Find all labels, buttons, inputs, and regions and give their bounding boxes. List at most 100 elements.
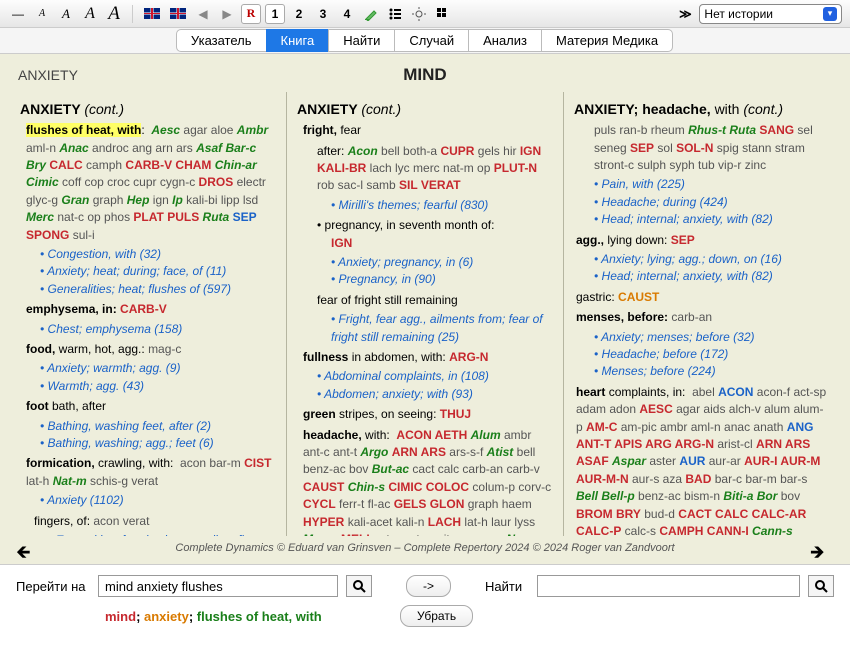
xref[interactable]: Abdomen; anxiety; with (93) — [317, 386, 553, 403]
tab-book[interactable]: Книга — [266, 29, 330, 52]
xref[interactable]: Anxiety (1102) — [40, 492, 276, 509]
rubric-pregnancy7[interactable]: pregnancy, in seventh month of: — [325, 218, 495, 232]
rubric-after[interactable]: after: — [317, 144, 344, 158]
xref[interactable]: Menses; before (224) — [594, 363, 830, 380]
nav-prev-icon[interactable]: ◀ — [193, 4, 213, 24]
remedy: acon verat — [93, 514, 149, 528]
remedies: puls ran-b rheum Rhus-t Ruta SANG sel se… — [594, 123, 813, 172]
search-icon — [814, 579, 828, 593]
goto-input[interactable] — [98, 575, 338, 597]
xref[interactable]: Anxiety; menses; before (32) — [594, 329, 830, 346]
remedies: Aesc agar aloe Ambr aml-n Anac androc an… — [26, 123, 268, 241]
page-next-icon[interactable]: 🡺 — [810, 540, 834, 556]
breadcrumb: ANXIETY — [18, 67, 78, 83]
xref[interactable]: Fright, fear agg., ailments from; fear o… — [331, 311, 553, 346]
font-size-md[interactable]: A — [80, 4, 100, 24]
tab-find[interactable]: Найти — [328, 29, 395, 52]
xref[interactable]: Anxiety; pregnancy, in (6) — [331, 254, 553, 271]
rubric-menses[interactable]: menses, before: — [576, 310, 668, 324]
column-3: ANXIETY; headache, with (cont.) puls ran… — [563, 92, 840, 536]
col2-head: ANXIETY — [297, 101, 357, 117]
column-2: ANXIETY (cont.) fright, fear after: Acon… — [286, 92, 563, 536]
rubric-heart[interactable]: heart — [576, 385, 605, 399]
rubric-agg-lying[interactable]: agg., — [576, 233, 604, 247]
xref[interactable]: Chest; emphysema (158) — [40, 321, 276, 338]
xref[interactable]: Bathing, washing feet, after (2) — [40, 418, 276, 435]
font-size-lg[interactable]: A — [104, 4, 124, 24]
rubric-fear-remaining[interactable]: fear of fright still remaining — [317, 293, 458, 307]
xref[interactable]: Headache; before (172) — [594, 346, 830, 363]
remedy: carb-an — [671, 310, 712, 324]
remedies: ACON AETH Alum ambr ant-c ant-t Argo ARN… — [303, 428, 551, 536]
font-size-sm[interactable]: A — [56, 4, 76, 24]
xref[interactable]: Generalities; heat; flushes of (597) — [40, 281, 276, 298]
r-button[interactable]: R — [241, 4, 261, 24]
find-search-button[interactable] — [808, 575, 834, 597]
main-toolbar: — A A A A ◀ ▶ R 1 2 3 4 ≫ Нет истории ▾ — [0, 0, 850, 28]
xref[interactable]: Anxiety; heat; during; face, of (11) — [40, 263, 276, 280]
find-label: Найти — [485, 579, 529, 594]
rubric-fullness[interactable]: fullness — [303, 350, 348, 364]
cont-marker: (cont.) — [743, 101, 783, 117]
remedies: abel ACON acon-f act-sp adam adon AESC a… — [576, 385, 826, 536]
font-size-xs[interactable]: A — [32, 4, 52, 24]
history-select[interactable]: Нет истории ▾ — [699, 4, 842, 24]
level-1[interactable]: 1 — [265, 4, 285, 24]
remedy: IGN — [331, 236, 352, 250]
rubric-green[interactable]: green — [303, 407, 336, 421]
search-icon — [352, 579, 366, 593]
nav-next-icon[interactable]: ▶ — [217, 4, 237, 24]
page-prev-icon[interactable]: 🡸 — [16, 540, 40, 556]
xref[interactable]: Abdominal complaints, in (108) — [317, 368, 553, 385]
rubric-fright[interactable]: fright, — [303, 123, 337, 137]
xref[interactable]: Mirilli's themes; fearful (830) — [331, 197, 553, 214]
tab-bar: Указатель Книга Найти Случай Анализ Мате… — [0, 28, 850, 54]
xref[interactable]: Headache; during (424) — [594, 194, 830, 211]
rubric-flushes[interactable]: flushes of heat, with — [26, 123, 141, 137]
column-1: ANXIETY (cont.) flushes of heat, with: A… — [10, 92, 286, 536]
tab-mm[interactable]: Материя Медика — [541, 29, 673, 52]
grid-icon[interactable] — [433, 4, 453, 24]
xref[interactable]: Head; internal; anxiety, with (82) — [594, 211, 830, 228]
level-4[interactable]: 4 — [337, 4, 357, 24]
xref[interactable]: Congestion, with (32) — [40, 246, 276, 263]
tab-index[interactable]: Указатель — [176, 29, 267, 52]
clear-button[interactable]: Убрать — [400, 605, 473, 627]
xref[interactable]: Warmth; agg. (43) — [40, 378, 276, 395]
tab-analysis[interactable]: Анализ — [468, 29, 542, 52]
rubric-foot[interactable]: foot — [26, 399, 49, 413]
rubric-emphysema[interactable]: emphysema, in: — [26, 302, 117, 316]
history-label: Нет истории — [704, 7, 773, 21]
rubric-food[interactable]: food, — [26, 342, 55, 356]
xref[interactable]: Pain, with (225) — [594, 176, 830, 193]
goto-label: Перейти на — [16, 579, 90, 594]
xref[interactable]: Bathing, washing; agg.; feet (6) — [40, 435, 276, 452]
dropdown-arrow-icon: ▾ — [823, 7, 837, 21]
col3-head: ANXIETY; headache, — [574, 101, 711, 117]
xref[interactable]: Pregnancy, in (90) — [331, 271, 553, 288]
flag-uk-2[interactable] — [167, 4, 189, 24]
arrow-button[interactable]: -> — [406, 575, 451, 597]
copyright: Complete Dynamics © Eduard van Grinsven … — [175, 542, 674, 554]
find-input[interactable] — [537, 575, 800, 597]
rubric-fingers[interactable]: fingers, of: — [34, 514, 90, 528]
rubric-gastric[interactable]: gastric: — [576, 290, 615, 304]
list-icon[interactable] — [385, 4, 405, 24]
flag-uk-1[interactable] — [141, 4, 163, 24]
tab-case[interactable]: Случай — [394, 29, 469, 52]
highlighter-icon[interactable] — [361, 4, 381, 24]
rubric-formication[interactable]: formication, — [26, 456, 95, 470]
remedy: mag-c — [148, 342, 181, 356]
bulb-icon[interactable] — [409, 4, 429, 24]
level-2[interactable]: 2 — [289, 4, 309, 24]
rubric-headache[interactable]: headache, — [303, 428, 362, 442]
xref[interactable]: Anxiety; lying; agg.; down, on (16) — [594, 251, 830, 268]
xref[interactable]: Head; internal; anxiety, with (82) — [594, 268, 830, 285]
level-3[interactable]: 3 — [313, 4, 333, 24]
cont-marker: (cont.) — [361, 101, 401, 117]
remedy: ARG-N — [449, 350, 488, 364]
xref[interactable]: Anxiety; warmth; agg. (9) — [40, 360, 276, 377]
goto-search-button[interactable] — [346, 575, 372, 597]
minus-icon[interactable]: — — [8, 4, 28, 24]
fast-forward-icon[interactable]: ≫ — [675, 4, 695, 24]
